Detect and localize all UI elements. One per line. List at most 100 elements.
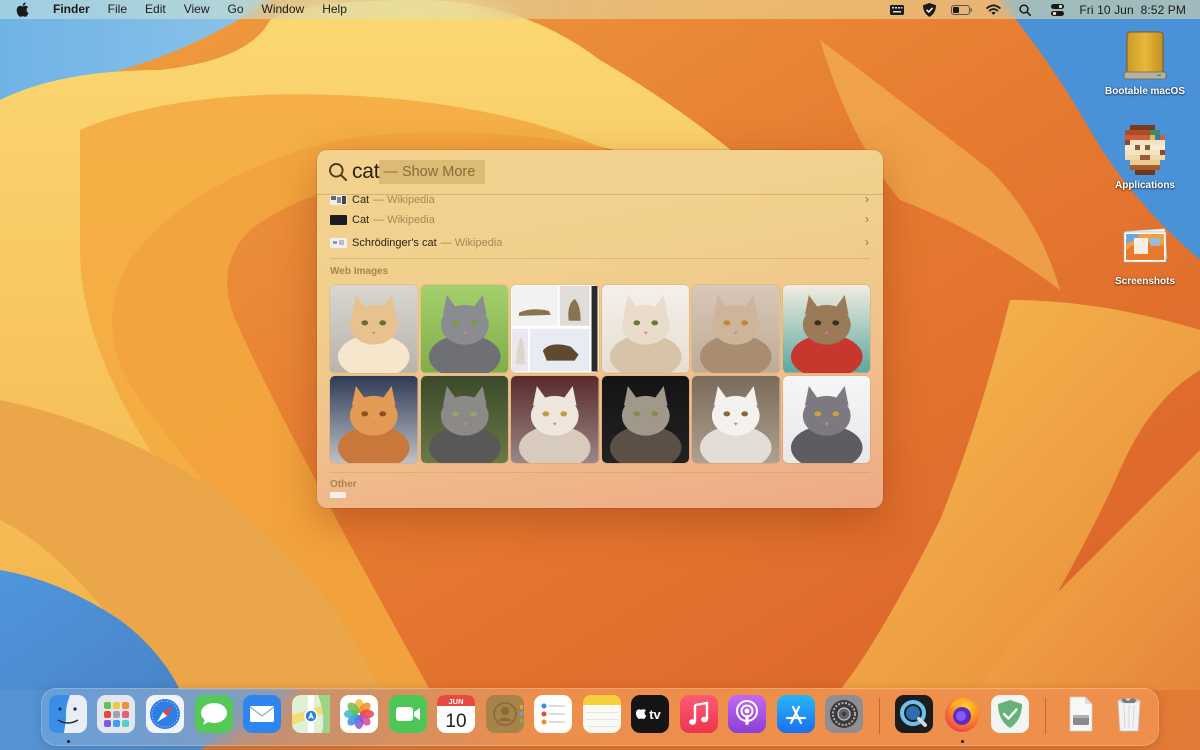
pixel-art-folder-icon (1117, 122, 1173, 178)
web-image-result[interactable] (601, 285, 689, 373)
dock-app-reminders[interactable] (534, 695, 572, 733)
wikipedia-thumbnail-icon (330, 237, 347, 248)
desktop-icon-label: Bootable macOS (1104, 86, 1186, 97)
dock-app-mail[interactable] (243, 695, 281, 733)
spotlight-menu-button[interactable] (1009, 0, 1041, 19)
dock: JUN 10 tv (41, 688, 1159, 746)
menu-bar-clock[interactable]: Fri 10 Jun 8:52 PM (1073, 3, 1186, 17)
spotlight-query-text[interactable]: cat (352, 160, 380, 184)
dock-app-calendar[interactable]: JUN 10 (437, 695, 475, 733)
dock-app-podcasts[interactable] (728, 695, 766, 733)
finder-icon (49, 695, 87, 733)
trash-icon (1110, 695, 1148, 733)
launchpad-icon (97, 695, 135, 733)
desktop-icon-label: Screenshots (1114, 276, 1176, 287)
menu-edit[interactable]: Edit (136, 0, 175, 19)
dock-app-launchpad[interactable] (97, 695, 135, 733)
desktop-icon-applications[interactable]: Applications (1095, 122, 1195, 191)
web-images-header: Web Images (330, 266, 389, 277)
battery-status-button[interactable] (945, 0, 977, 19)
desktop-icon-screenshots[interactable]: Screenshots (1095, 218, 1195, 287)
quicktime-player-icon (895, 695, 933, 733)
result-source: — Wikipedia (440, 236, 503, 249)
web-images-grid (330, 285, 870, 463)
wifi-status-button[interactable] (977, 0, 1009, 19)
photo-stack-icon (1117, 218, 1173, 274)
dock-app-facetime[interactable] (389, 695, 427, 733)
svg-text:tv: tv (649, 707, 661, 722)
web-image-result[interactable] (420, 285, 508, 373)
web-image-result[interactable] (601, 375, 689, 463)
result-row-schrodingers-cat[interactable]: Schrödinger's cat — Wikipedia › (330, 231, 870, 254)
music-icon (680, 695, 718, 733)
web-image-result[interactable] (511, 285, 599, 373)
web-image-result[interactable] (782, 375, 870, 463)
desktop-icon-bootable-macos[interactable]: Bootable macOS (1095, 28, 1195, 97)
chevron-right-icon: › (865, 192, 869, 206)
svg-text:JUN: JUN (448, 697, 463, 706)
dock-app-adguard[interactable] (991, 695, 1029, 733)
firefox-icon (943, 695, 981, 733)
svg-text:10: 10 (445, 711, 466, 732)
result-row-cat-wikipedia-1[interactable]: Cat — Wikipedia › (330, 192, 870, 208)
control-center-button[interactable] (1041, 0, 1073, 19)
calendar-icon: JUN 10 (437, 695, 475, 733)
other-result-thumbnail[interactable] (330, 492, 346, 498)
show-more-suggestion[interactable]: — Show More (379, 160, 486, 184)
dock-app-system-settings[interactable] (825, 695, 863, 733)
dock-app-app-store[interactable] (777, 695, 815, 733)
dock-app-firefox[interactable] (943, 695, 981, 733)
web-image-result[interactable] (420, 375, 508, 463)
web-image-result[interactable] (330, 375, 418, 463)
chevron-right-icon: › (865, 235, 869, 249)
wikipedia-thumbnail-icon (330, 195, 347, 205)
wifi-icon (986, 4, 1001, 15)
result-row-cat-wikipedia-2[interactable]: Cat — Wikipedia › (330, 208, 870, 231)
dock-app-music[interactable] (680, 695, 718, 733)
notes-icon (583, 695, 621, 733)
result-source: — Wikipedia (373, 194, 435, 206)
web-image-result[interactable] (692, 375, 780, 463)
web-image-result[interactable] (782, 285, 870, 373)
dock-app-trash[interactable] (1110, 695, 1148, 733)
menu-file[interactable]: File (99, 0, 136, 19)
reminders-icon (534, 695, 572, 733)
dock-app-photos[interactable] (340, 695, 378, 733)
search-icon (1019, 3, 1032, 16)
dock-app-messages[interactable] (195, 695, 233, 733)
contacts-icon (486, 695, 524, 733)
control-center-icon (1050, 3, 1064, 16)
apple-menu-button[interactable] (0, 2, 44, 17)
web-image-result[interactable] (692, 285, 780, 373)
mail-icon (243, 695, 281, 733)
tv-icon: tv (631, 695, 669, 733)
menu-app-finder[interactable]: Finder (44, 0, 99, 19)
dock-app-tv[interactable]: tv (631, 695, 669, 733)
wikipedia-thumbnail-icon (330, 214, 347, 225)
dock-app-safari[interactable] (146, 695, 184, 733)
web-image-result[interactable] (511, 375, 599, 463)
dock-app-disk-image[interactable] (1061, 695, 1099, 733)
running-indicator (960, 740, 964, 743)
running-indicator (66, 740, 70, 743)
chevron-right-icon: › (865, 212, 869, 226)
facetime-icon (389, 695, 427, 733)
shield-check-icon (922, 2, 936, 17)
keyboard-status-button[interactable] (881, 0, 913, 19)
web-image-result[interactable] (330, 285, 418, 373)
dock-app-notes[interactable] (583, 695, 621, 733)
app-store-icon (777, 695, 815, 733)
menu-bar: Finder File Edit View Go Window Help Fri… (0, 0, 1200, 19)
dock-app-maps[interactable] (292, 695, 330, 733)
disk-image-icon (1061, 695, 1099, 733)
menu-go[interactable]: Go (219, 0, 253, 19)
vpn-status-button[interactable] (913, 0, 945, 19)
dock-app-quicktime-player[interactable] (895, 695, 933, 733)
dock-app-contacts[interactable] (486, 695, 524, 733)
menu-help[interactable]: Help (313, 0, 356, 19)
spotlight-search-field[interactable]: cat — Show More (317, 150, 883, 195)
dock-app-finder[interactable] (49, 695, 87, 733)
apple-logo-icon (16, 2, 28, 17)
menu-view[interactable]: View (175, 0, 219, 19)
menu-window[interactable]: Window (253, 0, 314, 19)
